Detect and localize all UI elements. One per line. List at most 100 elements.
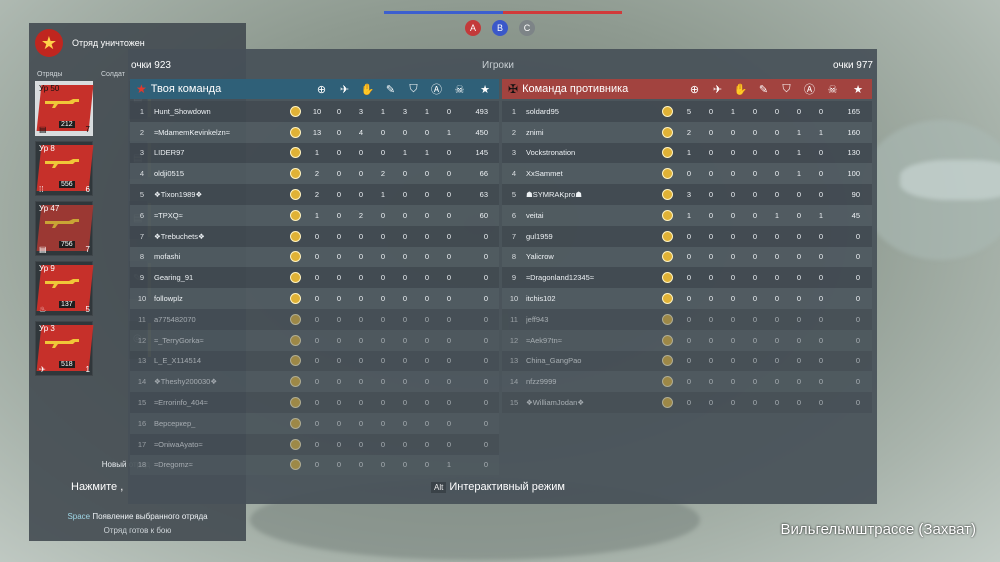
player-stat: 0 xyxy=(446,273,452,283)
player-stat: 0 xyxy=(818,169,824,179)
player-name: China_GangPao xyxy=(526,356,582,366)
player-row[interactable]: 3 Vockstronation 1 0 0 0 0 1 0 130 xyxy=(502,142,872,164)
squad-role-icon: ▤ xyxy=(39,125,47,134)
spawn-hint-text: Появление выбранного отряда xyxy=(92,512,208,521)
player-stat: 0 xyxy=(774,106,780,116)
hand-icon: ✋ xyxy=(360,83,375,96)
plane-icon: ✈ xyxy=(39,365,46,374)
player-row[interactable]: 16 Версеркер_ 0 0 0 0 0 0 0 0 xyxy=(130,412,499,434)
space-key: Space xyxy=(67,512,91,521)
player-row[interactable]: 10 itchis102 0 0 0 0 0 0 0 0 xyxy=(502,288,872,309)
squad-card-3[interactable]: Ур 47 756 ▤ 7 xyxy=(35,201,94,256)
squad-card-1[interactable]: Ур 50 212 ▤ 7 xyxy=(35,81,94,136)
player-stat: 1 xyxy=(796,127,802,137)
squad-card-5[interactable]: Ур 3 518 ✈ 1 xyxy=(35,321,94,376)
enemy-team-stat-icons: ⊕ ✈ ✋ ✎ ⛉ Ⓐ ☠ ★ xyxy=(683,79,872,99)
player-name: ≈OniwaAyato≈ xyxy=(154,439,203,449)
player-row[interactable]: 6 veitai 1 0 0 0 1 0 1 45 xyxy=(502,204,872,226)
player-row[interactable]: 2 ≈MdamemKevinkelzn≈ 13 0 4 0 0 0 1 450 xyxy=(130,121,499,143)
player-row[interactable]: 13 L_E_X114514 0 0 0 0 0 0 0 0 xyxy=(130,350,499,372)
player-rank-icon xyxy=(656,376,678,388)
player-stat: 0 xyxy=(402,377,408,387)
squad-points: 137 xyxy=(59,301,75,308)
player-stat: 0 xyxy=(358,190,364,200)
player-row[interactable]: 8 mofashi 0 0 0 0 0 0 0 0 xyxy=(130,246,499,268)
squad-card-2[interactable]: Ур 8 556 ⁞⁞ 6 xyxy=(35,141,94,196)
player-row[interactable]: 6 ≈TPXQ≈ 1 0 2 0 0 0 0 60 xyxy=(130,204,499,226)
player-stat: 0 xyxy=(424,460,430,470)
player-stat: 1 xyxy=(686,210,692,220)
player-row[interactable]: 1 soldard95 5 0 1 0 0 0 0 165 xyxy=(502,101,872,122)
player-rank-number: 11 xyxy=(510,314,518,324)
player-stat: 0 xyxy=(314,252,320,262)
player-name: ≈TPXQ≈ xyxy=(154,210,183,220)
player-row[interactable]: 11 jeff943 0 0 0 0 0 0 0 0 xyxy=(502,308,872,330)
player-row[interactable]: 8 Yalicrow 0 0 0 0 0 0 0 0 xyxy=(502,246,872,268)
player-row[interactable]: 9 Gearing_91 0 0 0 0 0 0 0 0 xyxy=(130,267,499,289)
player-row[interactable]: 3 LIDER97 1 0 0 0 1 1 0 145 xyxy=(130,142,499,164)
player-row[interactable]: 9 ≈Dragonland12345≈ 0 0 0 0 0 0 0 0 xyxy=(502,267,872,289)
player-name: gul1959 xyxy=(526,231,553,241)
player-row[interactable]: 17 ≈OniwaAyato≈ 0 0 0 0 0 0 0 0 xyxy=(130,433,499,455)
player-row[interactable]: 13 China_GangPao 0 0 0 0 0 0 0 0 xyxy=(502,350,872,372)
map-location-title: Вильгельмштрассе (Захват) xyxy=(780,521,977,538)
player-stat: 1 xyxy=(774,210,780,220)
player-row[interactable]: 15 ≈Errorinfo_404≈ 0 0 0 0 0 0 0 0 xyxy=(130,392,499,413)
player-stat: 0 xyxy=(686,252,692,262)
player-stat: 0 xyxy=(774,294,780,304)
player-stat: 0 xyxy=(336,169,342,179)
player-row[interactable]: 7 ❖Trebuchets❖ 0 0 0 0 0 0 0 0 xyxy=(130,225,499,247)
player-stat: 0 xyxy=(424,231,430,241)
player-stat: 0 xyxy=(402,252,408,262)
player-name: jeff943 xyxy=(526,314,549,324)
player-stat: 60 xyxy=(479,210,488,220)
player-stat: 0 xyxy=(796,106,802,116)
player-stat: 1 xyxy=(424,106,430,116)
skull-icon: ☠ xyxy=(454,83,465,96)
player-rank-icon xyxy=(284,230,306,242)
player-stat: 0 xyxy=(358,377,364,387)
player-stat: 0 xyxy=(402,439,408,449)
player-row[interactable]: 12 ≈Aek97tn≈ 0 0 0 0 0 0 0 0 xyxy=(502,329,872,351)
player-stat: 0 xyxy=(336,439,342,449)
player-stat: 0 xyxy=(818,335,824,345)
player-stat: 0 xyxy=(855,294,860,304)
player-rank-icon xyxy=(284,355,306,367)
player-row[interactable]: 15 ❖WilliamJodan❖ 0 0 0 0 0 0 0 0 xyxy=(502,392,872,413)
player-stat: 0 xyxy=(752,335,758,345)
player-rank-number: 12 xyxy=(509,335,519,345)
player-rank-icon xyxy=(284,251,306,263)
player-row[interactable]: 14 ❖Theshy200030❖ 0 0 0 0 0 0 0 0 xyxy=(130,371,499,393)
player-rank-number: 8 xyxy=(139,252,145,262)
player-row[interactable]: 7 gul1959 0 0 0 0 0 0 0 0 xyxy=(502,225,872,247)
player-row[interactable]: 11 a775482070 0 0 0 0 0 0 0 0 xyxy=(130,308,499,330)
player-stat: 3 xyxy=(402,106,408,116)
player-stat: 5 xyxy=(686,106,692,116)
player-rank-number: 1 xyxy=(139,106,145,116)
player-row[interactable]: 14 nfzz9999 0 0 0 0 0 0 0 0 xyxy=(502,371,872,393)
player-row[interactable]: 5 ☗SYMRAKpro☗ 3 0 0 0 0 0 0 90 xyxy=(502,184,872,205)
player-stat: 1 xyxy=(424,148,430,158)
player-stat: 0 xyxy=(752,210,758,220)
player-stat: 2 xyxy=(380,169,386,179)
player-row[interactable]: 4 XxSammet 0 0 0 0 0 1 0 100 xyxy=(502,163,872,185)
player-row[interactable]: 18 ≈Dregomz≈ 0 0 0 0 0 0 1 0 xyxy=(130,454,499,476)
player-row[interactable]: 2 znimi 2 0 0 0 0 1 1 160 xyxy=(502,121,872,143)
player-row[interactable]: 1 Hunt_Showdown 10 0 3 1 3 1 0 493 xyxy=(130,101,499,122)
player-name: ≈_TerryGorka≈ xyxy=(154,335,204,345)
player-stat: 0 xyxy=(336,418,342,428)
shield-a-icon: ⛉ xyxy=(782,82,791,95)
player-row[interactable]: 4 oldji0515 2 0 0 2 0 0 0 66 xyxy=(130,163,499,185)
squad-card-4[interactable]: Ур 9 137 ♨ 5 xyxy=(35,261,94,316)
hand-icon: ✋ xyxy=(733,83,748,96)
player-row[interactable]: 12 ≈_TerryGorka≈ 0 0 0 0 0 0 0 0 xyxy=(130,329,499,351)
player-stat: 0 xyxy=(446,210,452,220)
player-stat: 0 xyxy=(796,252,802,262)
player-row[interactable]: 10 followplz 0 0 0 0 0 0 0 0 xyxy=(130,288,499,309)
player-stat: 0 xyxy=(686,273,692,283)
interactive-mode-label: Интерактивный режим xyxy=(449,481,565,493)
player-row[interactable]: 5 ❖Tixon1989❖ 2 0 0 1 0 0 0 63 xyxy=(130,184,499,205)
player-stat: 0 xyxy=(752,231,758,241)
capture-progress-bar xyxy=(384,11,622,14)
scoreboard-panel: очки 923 Игроки очки 977 ★ Твоя команда … xyxy=(128,49,877,504)
